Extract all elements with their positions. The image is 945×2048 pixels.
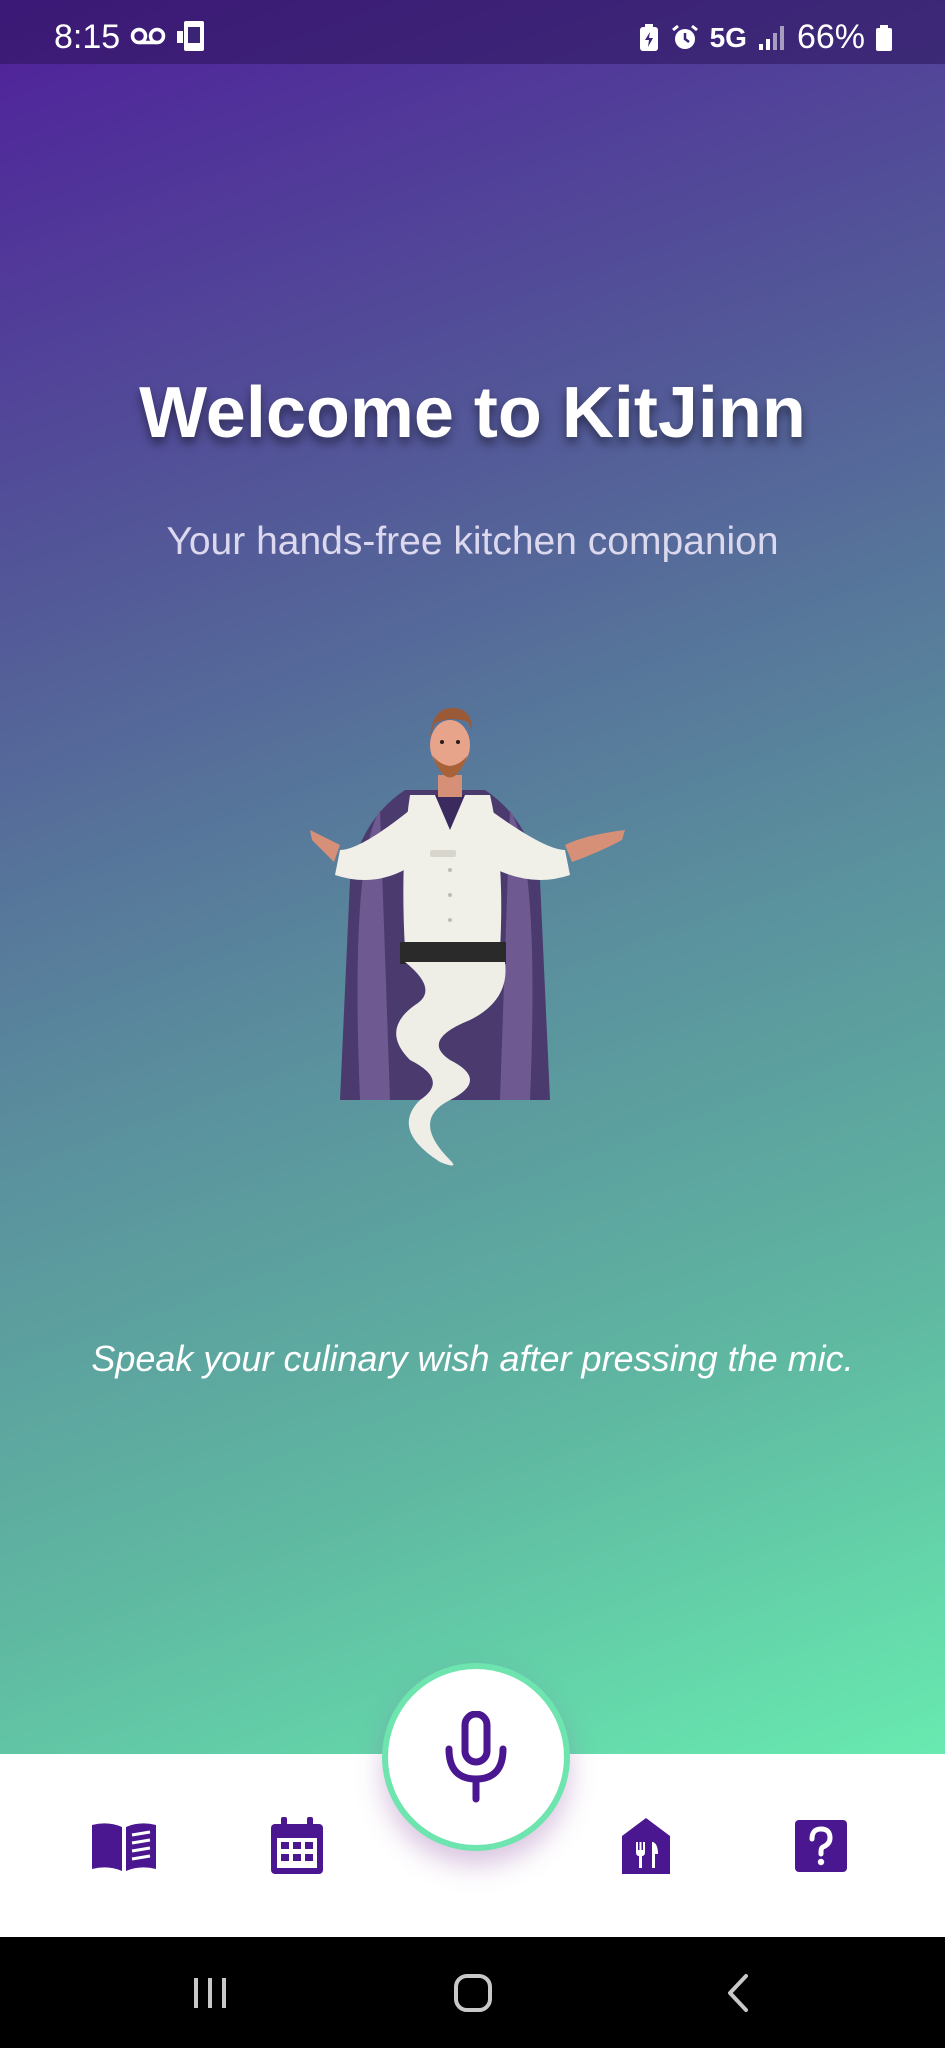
battery-percent: 66% — [796, 18, 865, 56]
microphone-icon — [445, 1711, 507, 1803]
page-title: Welcome to KitJinn — [139, 373, 806, 453]
device-icon — [177, 21, 204, 51]
microphone-button[interactable] — [382, 1663, 570, 1851]
recent-apps-icon — [194, 1978, 226, 2008]
help-button[interactable] — [785, 1810, 857, 1882]
voicemail-icon — [130, 27, 166, 45]
open-book-icon — [92, 1823, 156, 1871]
battery-saver-icon — [639, 23, 658, 51]
restaurant-icon — [622, 1818, 670, 1874]
signal-icon — [758, 25, 784, 50]
status-time: 8:15 — [54, 18, 121, 56]
recipes-button[interactable] — [88, 1810, 160, 1882]
back-button[interactable] — [708, 1967, 768, 2019]
screen: 8:15 5G 66% Welcome to KitJinn Your hand… — [0, 0, 945, 2048]
calendar-icon — [271, 1817, 323, 1874]
home-button[interactable] — [443, 1967, 503, 2019]
back-icon — [728, 1974, 748, 2012]
alarm-icon — [671, 24, 698, 49]
status-right: 5G 66% — [638, 18, 893, 57]
help-icon — [795, 1820, 847, 1872]
voice-hint: Speak your culinary wish after pressing … — [91, 1338, 854, 1379]
calendar-button[interactable] — [261, 1810, 333, 1882]
home-icon — [454, 1974, 492, 2012]
status-left-icons — [130, 20, 210, 52]
recent-apps-button[interactable] — [180, 1967, 240, 2019]
system-nav-bar — [0, 1937, 945, 2048]
page-subtitle: Your hands-free kitchen companion — [166, 520, 779, 563]
status-bar: 8:15 5G 66% — [0, 0, 945, 64]
chef-genie-illustration — [310, 708, 625, 1166]
restaurant-button[interactable] — [610, 1810, 682, 1882]
battery-icon — [876, 24, 892, 51]
network-type: 5G — [709, 21, 747, 53]
